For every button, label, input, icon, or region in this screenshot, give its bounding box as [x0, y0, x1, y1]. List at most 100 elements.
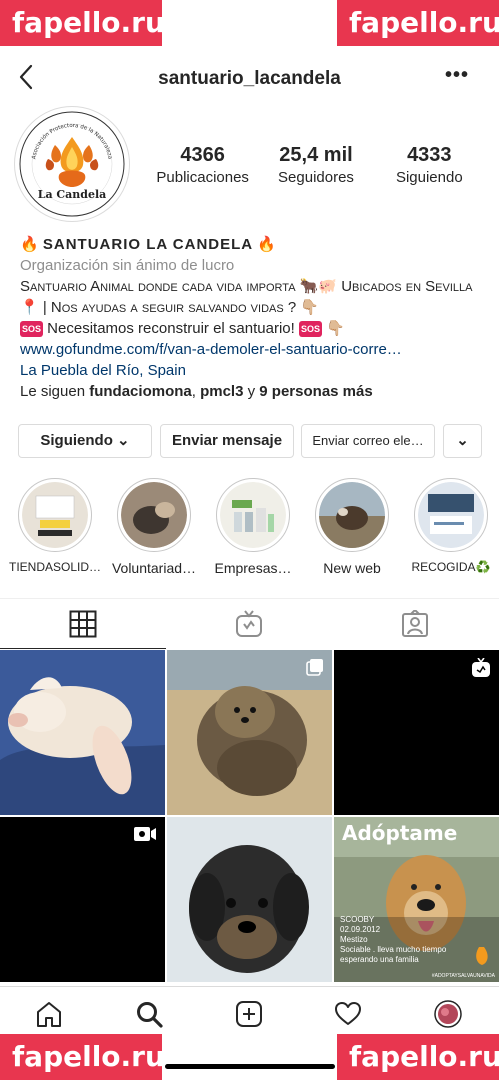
heart-icon — [335, 1002, 361, 1025]
stat-posts[interactable]: 4366 Publicaciones — [146, 144, 259, 186]
sos-icon: SOS — [20, 321, 44, 338]
profile-avatar[interactable]: La Candela Asociación Protectora de la N… — [14, 106, 130, 222]
nav-home[interactable] — [29, 997, 69, 1031]
post-thumbnail[interactable]: Adóptame SCOOBY 02.09.2012 Mestizo Socia… — [334, 817, 499, 982]
highlight-cover — [319, 482, 385, 548]
watermark-bottom-left: fapello.ru — [0, 1034, 165, 1080]
suggested-dropdown-button[interactable]: ⌄ — [443, 424, 482, 458]
stat-followers[interactable]: 25,4 mil Seguidores — [259, 144, 372, 186]
tab-igtv[interactable] — [166, 599, 332, 649]
add-icon — [236, 1001, 262, 1027]
bio-line-2-text: Necesitamos reconstruir el santuario! — [43, 320, 299, 337]
tab-grid[interactable] — [0, 599, 166, 649]
post-thumbnail[interactable] — [167, 650, 332, 815]
followed-prefix: Le siguen — [20, 383, 90, 400]
followed-user-1: fundaciomona — [89, 383, 192, 400]
nav-profile[interactable] — [428, 997, 468, 1031]
pointing-down-emoji: 👇🏼 — [326, 320, 345, 337]
bottom-navigation — [0, 986, 499, 1039]
highlight-ring — [414, 478, 488, 552]
highlight-item[interactable]: New web — [303, 478, 401, 576]
highlight-label: RECOGIDA♻️ — [411, 560, 491, 574]
stat-label: Seguidores — [278, 169, 354, 186]
logo-text: La Candela — [38, 188, 107, 201]
black-dog-photo — [167, 817, 332, 982]
profile-username: santuario_lacandela — [158, 68, 341, 89]
stat-label: Siguiendo — [395, 169, 463, 186]
home-icon — [37, 1002, 61, 1027]
highlight-ring — [216, 478, 290, 552]
more-options-icon[interactable]: ••• — [445, 64, 469, 87]
stat-label: Publicaciones — [156, 169, 249, 186]
nav-activity[interactable] — [328, 997, 368, 1031]
profile-bio: 🔥 SANTUARIO LA CANDELA 🔥 Organización si… — [20, 234, 490, 402]
adoption-dog-date: 02.09.2012 — [340, 925, 381, 934]
email-button[interactable]: Enviar correo ele… — [301, 424, 435, 458]
highlight-item[interactable]: Voluntariad… — [105, 478, 203, 576]
nav-new-post[interactable] — [229, 997, 269, 1031]
adoption-dog-desc1: Sociable . lleva mucho tiempo — [340, 945, 447, 954]
highlight-item[interactable]: RECOGIDA♻️ — [402, 478, 499, 574]
followed-by[interactable]: Le siguen fundaciomona, pmcl3 y 9 person… — [20, 381, 490, 402]
tab-tagged[interactable] — [332, 599, 498, 649]
video-icon — [134, 827, 156, 841]
highlight-cover — [121, 482, 187, 548]
highlight-cover — [418, 482, 484, 548]
highlight-ring — [117, 478, 191, 552]
story-highlights: TIENDASOLID… Voluntariad… Empresas… New … — [0, 478, 499, 588]
profile-tabs — [0, 598, 499, 649]
followed-sep: , — [191, 383, 201, 400]
highlight-label: Voluntariad… — [111, 560, 197, 576]
bio-location-link[interactable]: La Puebla del Río, Spain — [20, 360, 490, 381]
la-candela-logo: La Candela Asociación Protectora de la N… — [19, 111, 125, 217]
highlight-ring — [315, 478, 389, 552]
fire-emoji: 🔥 — [257, 236, 276, 253]
following-button[interactable]: Siguiendo ⌄ — [18, 424, 152, 458]
bio-line-1: Santuario Animal donde cada vida importa… — [20, 278, 473, 316]
stat-value: 4366 — [180, 144, 225, 166]
highlight-cover — [220, 482, 286, 548]
adoption-title: Adóptame — [342, 821, 458, 845]
profile-avatar — [434, 1000, 462, 1028]
profile-category: Organización sin ánimo de lucro — [20, 257, 235, 274]
highlight-label: New web — [323, 560, 381, 576]
tagged-icon — [402, 610, 428, 637]
igtv-badge-icon — [472, 658, 490, 677]
followed-mid: y — [243, 383, 260, 400]
profile-display-name: 🔥 SANTUARIO LA CANDELA 🔥 — [20, 234, 490, 255]
watermark-bottom-right: fapello.ru — [337, 1034, 499, 1080]
adoption-hashtag: #ADOPTAYSALVAUNAVIDA — [431, 973, 495, 979]
search-icon — [137, 1002, 163, 1028]
post-thumbnail[interactable] — [334, 650, 499, 815]
post-thumbnail[interactable] — [0, 817, 165, 982]
adoption-dog-name: SCOOBY — [340, 915, 375, 924]
watermark-top-left: fapello.ru — [0, 0, 165, 46]
adoption-info: SCOOBY 02.09.2012 Mestizo Sociable . lle… — [340, 915, 446, 965]
nav-search[interactable] — [129, 997, 169, 1031]
sos-icon: SOS — [298, 321, 322, 338]
highlight-label: TIENDASOLID… — [8, 560, 101, 574]
highlight-item[interactable]: Empresas… — [204, 478, 302, 576]
bio-line-2: SOS Necesitamos reconstruir el santuario… — [20, 318, 490, 339]
adoption-dog-desc2: esperando una familia — [340, 955, 419, 964]
grid-icon — [69, 610, 97, 637]
highlight-cover — [22, 482, 88, 548]
fire-emoji: 🔥 — [20, 236, 39, 253]
profile-stats: 4366 Publicaciones 25,4 mil Seguidores 4… — [146, 144, 486, 186]
profile-actions: Siguiendo ⌄ Enviar mensaje Enviar correo… — [18, 424, 482, 458]
lamb-photo — [0, 650, 165, 815]
adoption-dog-breed: Mestizo — [340, 935, 368, 944]
home-indicator[interactable] — [165, 1064, 335, 1069]
highlight-ring — [18, 478, 92, 552]
stat-value: 4333 — [407, 144, 452, 166]
message-button[interactable]: Enviar mensaje — [160, 424, 294, 458]
watermark-top-right: fapello.ru — [337, 0, 499, 46]
profile-header: santuario_lacandela ••• — [0, 58, 499, 102]
highlight-label: Empresas… — [214, 560, 292, 576]
display-name-text: SANTUARIO LA CANDELA — [42, 236, 254, 253]
stat-following[interactable]: 4333 Siguiendo — [373, 144, 486, 186]
post-thumbnail[interactable] — [167, 817, 332, 982]
post-thumbnail[interactable] — [0, 650, 165, 815]
highlight-item[interactable]: TIENDASOLID… — [6, 478, 104, 574]
bio-website-link[interactable]: www.gofundme.com/f/van-a-demoler-el-sant… — [20, 339, 490, 360]
